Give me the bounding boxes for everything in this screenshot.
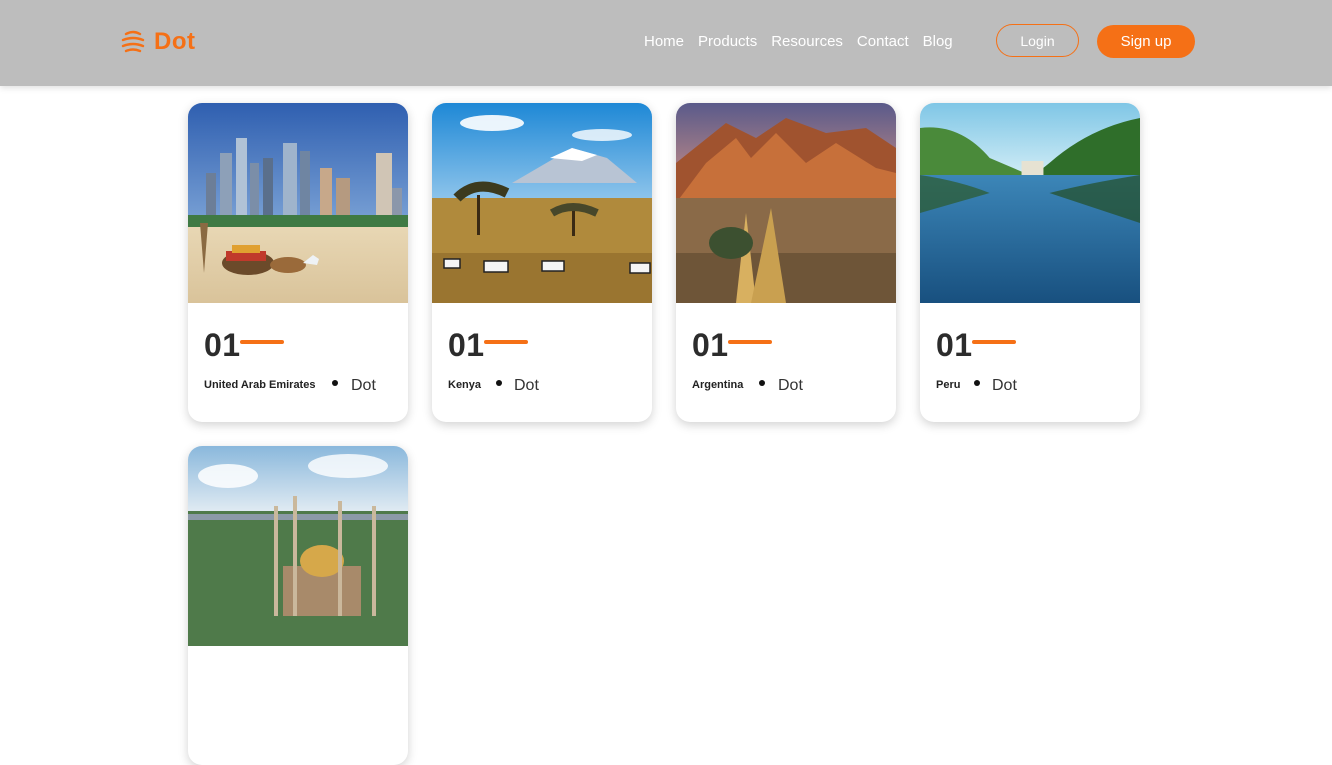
card-number: 01 xyxy=(692,327,729,363)
nav-link-home[interactable]: Home xyxy=(644,31,684,53)
card-number: 01 xyxy=(448,327,485,363)
destination-image xyxy=(676,103,896,303)
card-country: Argentina xyxy=(692,379,744,391)
card-bullet xyxy=(759,380,765,386)
destination-card-peru[interactable]: 01 Peru Dot xyxy=(920,103,1140,422)
login-button[interactable]: Login xyxy=(996,24,1079,57)
card-country: United Arab Emirates xyxy=(204,379,316,391)
card-country: Kenya xyxy=(448,379,482,391)
nav-links: Home Products Resources Contact Blog xyxy=(644,31,953,53)
destination-card-kenya[interactable]: 01 Kenya Dot xyxy=(432,103,652,422)
card-bullet xyxy=(332,380,338,386)
card-accent-line xyxy=(240,340,284,344)
destination-card-mosque[interactable] xyxy=(188,446,408,765)
navbar: Dot Home Products Resources Contact Blog… xyxy=(0,0,1332,86)
destination-card-uae[interactable]: 01 United Arab Emirates Dot xyxy=(188,103,408,422)
nav-link-resources[interactable]: Resources xyxy=(771,31,843,53)
card-brand: Dot xyxy=(351,377,376,394)
card-brand: Dot xyxy=(514,377,539,394)
globe-stack-icon xyxy=(121,30,145,53)
nav-link-products[interactable]: Products xyxy=(698,31,757,53)
card-number: 01 xyxy=(204,327,241,363)
card-number: 01 xyxy=(936,327,973,363)
card-bullet xyxy=(974,380,980,386)
destination-image xyxy=(188,103,408,303)
nav-link-blog[interactable]: Blog xyxy=(923,31,953,53)
card-accent-line xyxy=(972,340,1016,344)
card-brand: Dot xyxy=(778,377,803,394)
card-country: Peru xyxy=(936,379,961,391)
destination-image xyxy=(920,103,1140,303)
nav-link-contact[interactable]: Contact xyxy=(857,31,909,53)
card-brand: Dot xyxy=(992,377,1017,394)
card-accent-line xyxy=(728,340,772,344)
destination-image xyxy=(188,446,408,646)
brand-logo[interactable]: Dot xyxy=(120,22,195,62)
destination-card-argentina[interactable]: 01 Argentina Dot xyxy=(676,103,896,422)
card-accent-line xyxy=(484,340,528,344)
card-bullet xyxy=(496,380,502,386)
brand-name: Dot xyxy=(154,28,196,55)
signup-button[interactable]: Sign up xyxy=(1097,25,1195,58)
destination-image xyxy=(432,103,652,303)
